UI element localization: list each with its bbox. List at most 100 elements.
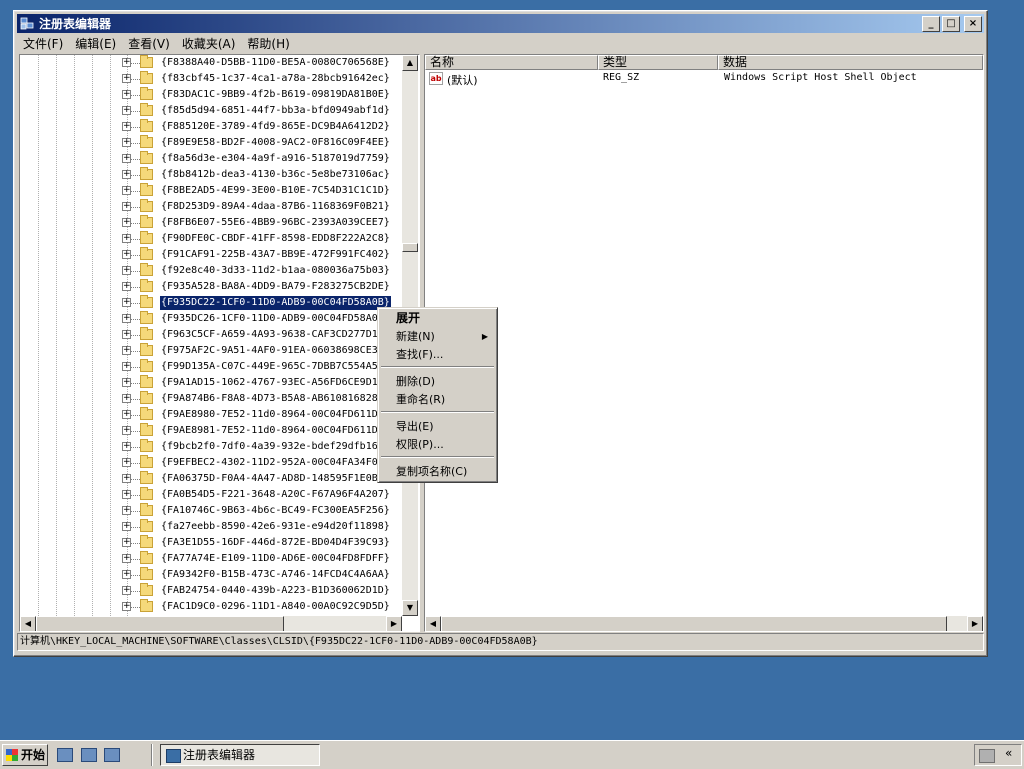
menu-edit[interactable]: 编辑(E)	[69, 35, 122, 52]
expand-plus-icon[interactable]: +	[122, 218, 131, 227]
expand-plus-icon[interactable]: +	[122, 538, 131, 547]
tree-item-label[interactable]: {F9AE8981-7E52-11d0-8964-00C04FD611D7}	[160, 424, 391, 438]
tree-item-label[interactable]: {F90DFE0C-CBDF-41FF-8598-EDD8F222A2C8}	[160, 232, 391, 246]
tree-item[interactable]: + {F975AF2C-9A51-4AF0-91EA-06038698CE38}	[20, 343, 402, 359]
tree-item-label[interactable]: {f9bcb2f0-7df0-4a39-932e-bdef29dfb16b}	[160, 440, 391, 454]
expand-plus-icon[interactable]: +	[122, 202, 131, 211]
tree-item-label[interactable]: {F885120E-3789-4fd9-865E-DC9B4A6412D2}	[160, 120, 391, 134]
list-hscroll-thumb[interactable]	[441, 616, 947, 631]
tree-item[interactable]: + {FA9342F0-B15B-473C-A746-14FCD4C4A6AA}	[20, 567, 402, 583]
expand-plus-icon[interactable]: +	[122, 586, 131, 595]
show-desktop-icon[interactable]	[81, 748, 97, 762]
tree-item-label[interactable]: {F935DC26-1CF0-11D0-ADB9-00C04FD58A0B}	[160, 312, 391, 326]
tree-item-label[interactable]: {FA77A74E-E109-11D0-AD6E-00C04FD8FDFF}	[160, 552, 391, 566]
tree-item[interactable]: + {F935DC22-1CF0-11D0-ADB9-00C04FD58A0B}	[20, 295, 402, 311]
tree-item-label[interactable]: {F8388A40-D5BB-11D0-BE5A-0080C706568E}	[160, 56, 391, 70]
menu-help[interactable]: 帮助(H)	[241, 35, 295, 52]
expand-plus-icon[interactable]: +	[122, 522, 131, 531]
expand-plus-icon[interactable]: +	[122, 378, 131, 387]
tree-horizontal-scrollbar[interactable]: ◀ ▶	[20, 616, 402, 631]
tree-item[interactable]: + {F963C5CF-A659-4A93-9638-CAF3CD277D13}	[20, 327, 402, 343]
tree-item-label[interactable]: {f85d5d94-6851-44f7-bb3a-bfd0949abf1d}	[160, 104, 391, 118]
expand-plus-icon[interactable]: +	[122, 570, 131, 579]
scroll-right-arrow-icon[interactable]: ▶	[386, 616, 402, 631]
expand-plus-icon[interactable]: +	[122, 186, 131, 195]
tree-item[interactable]: + {F9EFBEC2-4302-11D2-952A-00C04FA34F05}	[20, 455, 402, 471]
expand-plus-icon[interactable]: +	[122, 154, 131, 163]
tree-item-label[interactable]: {F9EFBEC2-4302-11D2-952A-00C04FA34F05}	[160, 456, 391, 470]
close-button[interactable]: ×	[964, 15, 982, 32]
menu-rename[interactable]: 重命名(R)	[381, 391, 494, 408]
tree-item[interactable]: + {f92e8c40-3d33-11d2-b1aa-080036a75b03}	[20, 263, 402, 279]
tree-item[interactable]: + {F935A528-BA8A-4DD9-BA79-F283275CB2DE}	[20, 279, 402, 295]
tree-item[interactable]: + {f85d5d94-6851-44f7-bb3a-bfd0949abf1d}	[20, 103, 402, 119]
menu-delete[interactable]: 删除(D)	[381, 373, 494, 390]
column-data[interactable]: 数据	[718, 55, 983, 70]
tree-item[interactable]: + {FA10746C-9B63-4b6c-BC49-FC300EA5F256}	[20, 503, 402, 519]
expand-plus-icon[interactable]: +	[122, 474, 131, 483]
tree-item-label[interactable]: {f8b8412b-dea3-4130-b36c-5e8be73106ac}	[160, 168, 391, 182]
tree-item[interactable]: + {FA0B54D5-F221-3648-A20C-F67A96F4A207}	[20, 487, 402, 503]
minimize-button[interactable]: _	[922, 15, 940, 32]
start-button[interactable]: 开始	[2, 744, 48, 766]
expand-plus-icon[interactable]: +	[122, 282, 131, 291]
tree-item-label[interactable]: {F935A528-BA8A-4DD9-BA79-F283275CB2DE}	[160, 280, 391, 294]
tree-item[interactable]: + {F8FB6E07-55E6-4BB9-96BC-2393A039CEE7}	[20, 215, 402, 231]
tree-item-label[interactable]: {F83DAC1C-9BB9-4f2b-B619-09819DA81B0E}	[160, 88, 391, 102]
tree-item-label[interactable]: {F935DC22-1CF0-11D0-ADB9-00C04FD58A0B}	[159, 295, 392, 311]
list-horizontal-scrollbar[interactable]: ◀ ▶	[425, 616, 983, 631]
expand-plus-icon[interactable]: +	[122, 554, 131, 563]
expand-plus-icon[interactable]: +	[122, 90, 131, 99]
chevron-left-icon[interactable]: «	[1005, 746, 1012, 760]
expand-plus-icon[interactable]: +	[122, 74, 131, 83]
expand-plus-icon[interactable]: +	[122, 250, 131, 259]
tree-item[interactable]: + {F9A874B6-F8A8-4D73-B5A8-AB610816828B}	[20, 391, 402, 407]
expand-plus-icon[interactable]: +	[122, 122, 131, 131]
tree-item-label[interactable]: {f8a56d3e-e304-4a9f-a916-5187019d7759}	[160, 152, 391, 166]
tree-item[interactable]: + {f8a56d3e-e304-4a9f-a916-5187019d7759}	[20, 151, 402, 167]
maximize-button[interactable]: □	[942, 15, 960, 32]
tree-item[interactable]: + {F90DFE0C-CBDF-41FF-8598-EDD8F222A2C8}	[20, 231, 402, 247]
tree-item[interactable]: + {FAB24754-0440-439b-A223-B1D360062D1D}	[20, 583, 402, 599]
network-icon[interactable]	[979, 749, 995, 763]
tree-item[interactable]: + {fa27eebb-8590-42e6-931e-e94d20f11898}	[20, 519, 402, 535]
tree-item[interactable]: + {F91CAF91-225B-43A7-BB9E-472F991FC402}	[20, 247, 402, 263]
expand-plus-icon[interactable]: +	[122, 330, 131, 339]
tree-item-label[interactable]: {F975AF2C-9A51-4AF0-91EA-06038698CE38}	[160, 344, 391, 358]
tree-item-label[interactable]: {F8FB6E07-55E6-4BB9-96BC-2393A039CEE7}	[160, 216, 391, 230]
tree-item[interactable]: + {f83cbf45-1c37-4ca1-a78a-28bcb91642ec}	[20, 71, 402, 87]
expand-plus-icon[interactable]: +	[122, 266, 131, 275]
menu-new[interactable]: 新建(N) ▶	[381, 328, 494, 345]
tree-item[interactable]: + {FA77A74E-E109-11D0-AD6E-00C04FD8FDFF}	[20, 551, 402, 567]
tree-item-label[interactable]: {f83cbf45-1c37-4ca1-a78a-28bcb91642ec}	[160, 72, 391, 86]
expand-plus-icon[interactable]: +	[122, 442, 131, 451]
tree-item-label[interactable]: {F9A1AD15-1062-4767-93EC-A56FD6CE9D18}	[160, 376, 391, 390]
tree-item-label[interactable]: {F89E9E58-BD2F-4008-9AC2-0F816C09F4EE}	[160, 136, 391, 150]
tree-item[interactable]: + {F83DAC1C-9BB9-4f2b-B619-09819DA81B0E}	[20, 87, 402, 103]
tree-item-label[interactable]: {F91CAF91-225B-43A7-BB9E-472F991FC402}	[160, 248, 391, 262]
tree-item[interactable]: + {f8b8412b-dea3-4130-b36c-5e8be73106ac}	[20, 167, 402, 183]
tree-item-label[interactable]: {FA10746C-9B63-4b6c-BC49-FC300EA5F256}	[160, 504, 391, 518]
quick-launch-icon[interactable]	[104, 748, 120, 762]
menu-expand[interactable]: 展开	[381, 310, 494, 327]
value-row-default[interactable]: ab (默认) REG_SZ Windows Script Host Shell…	[425, 71, 983, 87]
tree-item[interactable]: + {f9bcb2f0-7df0-4a39-932e-bdef29dfb16b}	[20, 439, 402, 455]
tree-item[interactable]: + {F9AE8980-7E52-11d0-8964-00C04FD611D7}	[20, 407, 402, 423]
title-bar[interactable]: 注册表编辑器 _ □ ×	[17, 14, 984, 33]
menu-permissions[interactable]: 权限(P)...	[381, 436, 494, 453]
scroll-right-arrow-icon[interactable]: ▶	[967, 616, 983, 631]
tree-item-label[interactable]: {f92e8c40-3d33-11d2-b1aa-080036a75b03}	[160, 264, 391, 278]
expand-plus-icon[interactable]: +	[122, 506, 131, 515]
tree-item-label[interactable]: {F963C5CF-A659-4A93-9638-CAF3CD277D13}	[160, 328, 391, 342]
menu-find[interactable]: 查找(F)...	[381, 346, 494, 363]
scroll-left-arrow-icon[interactable]: ◀	[20, 616, 36, 631]
taskbar-regedit-button[interactable]: 注册表编辑器	[160, 744, 320, 766]
expand-plus-icon[interactable]: +	[122, 314, 131, 323]
tree-item-label[interactable]: {F99D135A-C07C-449E-965C-7DBB7C554A51}	[160, 360, 391, 374]
tree-item-label[interactable]: {FAC1D9C0-0296-11D1-A840-00A0C92C9D5D}	[160, 600, 391, 614]
expand-plus-icon[interactable]: +	[122, 426, 131, 435]
tree-item-label[interactable]: {fa27eebb-8590-42e6-931e-e94d20f11898}	[160, 520, 391, 534]
tree-item-label[interactable]: {FA9342F0-B15B-473C-A746-14FCD4C4A6AA}	[160, 568, 391, 582]
tree-hscroll-thumb[interactable]	[36, 616, 284, 631]
expand-plus-icon[interactable]: +	[122, 602, 131, 611]
